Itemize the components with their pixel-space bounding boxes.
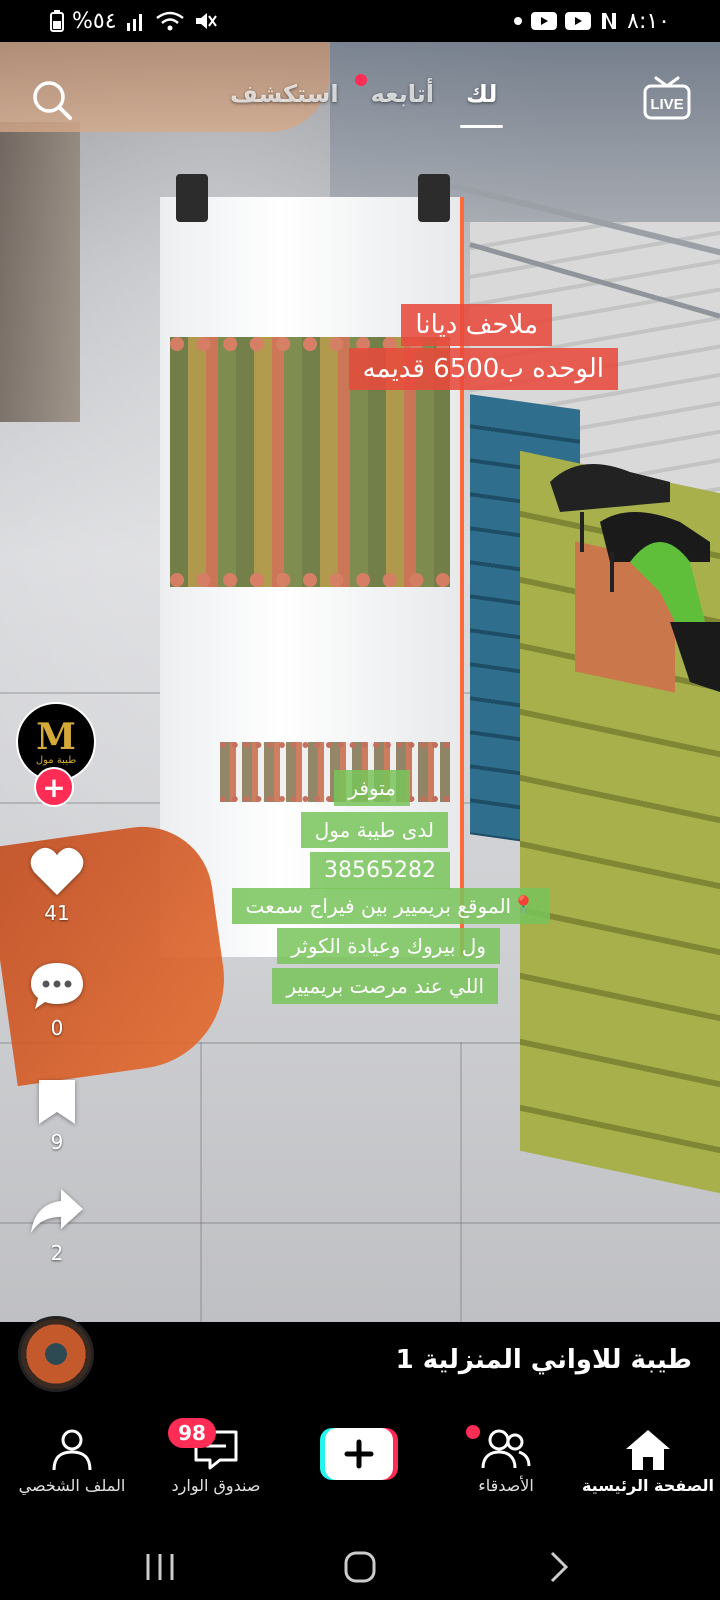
signal-icon <box>125 11 147 31</box>
follow-button[interactable]: + <box>34 767 74 807</box>
search-button[interactable] <box>30 78 74 122</box>
share-count: 2 <box>50 1241 64 1265</box>
caption-line: ملاحف ديانا <box>401 304 552 346</box>
plus-icon <box>320 1428 398 1480</box>
tab-following[interactable]: أتابعه <box>354 74 434 108</box>
floor-tile-line <box>200 1042 202 1322</box>
home-icon <box>626 1430 670 1470</box>
tab-following-label: أتابعه <box>370 80 434 108</box>
profile-icon <box>52 1429 92 1471</box>
save-count: 9 <box>50 1130 64 1154</box>
battery-percent: %٥٤ <box>72 8 117 34</box>
caption-line: ول بيروك وعيادة الكوثر <box>277 928 500 964</box>
live-button[interactable]: LIVE <box>642 76 692 122</box>
tab-explore[interactable]: استكشف <box>230 80 339 108</box>
nav-home-label: الصفحة الرئيسية <box>581 1476 715 1495</box>
caption-line: متوفر <box>334 770 410 806</box>
inbox-badge: 98 <box>168 1418 216 1448</box>
hanger-clip <box>418 174 450 222</box>
like-count: 41 <box>44 901 70 925</box>
comment-button[interactable]: 0 <box>22 960 92 1040</box>
dot-icon <box>513 16 523 26</box>
tab-for-you[interactable]: لك <box>459 80 504 128</box>
nav-profile[interactable]: الملف الشخصي <box>2 1428 142 1495</box>
avatar-logo: M <box>36 715 76 758</box>
status-left: %٥٤ <box>50 9 217 34</box>
comment-icon <box>31 963 83 1009</box>
nav-inbox[interactable]: صندوق الوارد <box>146 1428 286 1495</box>
caption-line: 38565282 <box>310 852 450 889</box>
comment-count: 0 <box>50 1016 64 1040</box>
youtube-icon <box>531 12 558 30</box>
nav-profile-label: الملف الشخصي <box>18 1476 126 1495</box>
friends-notification-dot <box>466 1425 480 1439</box>
video-title[interactable]: طيبة للاواني المنزلية 1 <box>396 1345 692 1375</box>
bookmark-icon <box>39 1080 75 1124</box>
wifi-icon <box>155 10 185 32</box>
heart-icon <box>30 847 84 895</box>
share-icon <box>31 1189 83 1233</box>
mute-icon <box>193 10 217 32</box>
home-system-icon[interactable] <box>343 1550 377 1584</box>
floor-tile-line <box>0 1222 720 1224</box>
caption-line: الوحده ب6500 قديمه <box>348 348 618 390</box>
nav-inbox-label: صندوق الوارد <box>171 1476 261 1495</box>
share-button[interactable]: 2 <box>22 1185 92 1265</box>
battery-icon <box>50 10 64 32</box>
system-nav-bar <box>0 1530 720 1600</box>
live-label: LIVE <box>650 96 683 113</box>
clock: ٨:١٠ <box>627 8 670 34</box>
shoes-display <box>550 464 720 692</box>
notification-dot <box>354 74 367 86</box>
friends-icon <box>481 1429 531 1469</box>
nav-friends-label: الأصدقاء <box>478 1476 534 1495</box>
search-icon <box>33 81 72 120</box>
hanger-clip <box>176 174 208 222</box>
recent-apps-icon[interactable] <box>144 1552 176 1582</box>
top-tabs: لك أتابعه استكشف <box>230 74 504 128</box>
save-button[interactable]: 9 <box>22 1078 92 1154</box>
caption-line: لدى طيبة مول <box>300 812 448 848</box>
clothing-rack <box>330 42 720 222</box>
status-bar: %٥٤ ٨:١٠ <box>0 0 720 42</box>
netflix-icon <box>599 11 619 31</box>
back-icon[interactable] <box>548 1550 570 1584</box>
floor-tile-line <box>460 1042 462 1322</box>
like-button[interactable]: 41 <box>22 845 92 925</box>
caption-line: 📍الموقع بريميير بين فيراج سمعت <box>231 888 550 924</box>
create-button[interactable] <box>320 1428 398 1480</box>
caption-line: اللي عند مرصت بريميير <box>272 968 498 1004</box>
nav-friends[interactable]: الأصدقاء <box>436 1428 576 1495</box>
video-player[interactable]: ملاحف ديانا الوحده ب6500 قديمه متوفر لدى… <box>0 42 720 1322</box>
live-tv-icon: LIVE <box>643 76 691 120</box>
music-disc[interactable] <box>18 1316 94 1392</box>
shelves-left <box>0 122 80 422</box>
status-right: ٨:١٠ <box>513 9 670 34</box>
nav-home[interactable]: الصفحة الرئيسية <box>578 1428 718 1495</box>
youtube-icon <box>565 12 592 30</box>
avatar-logo-sub: طيبة مول <box>35 754 77 766</box>
